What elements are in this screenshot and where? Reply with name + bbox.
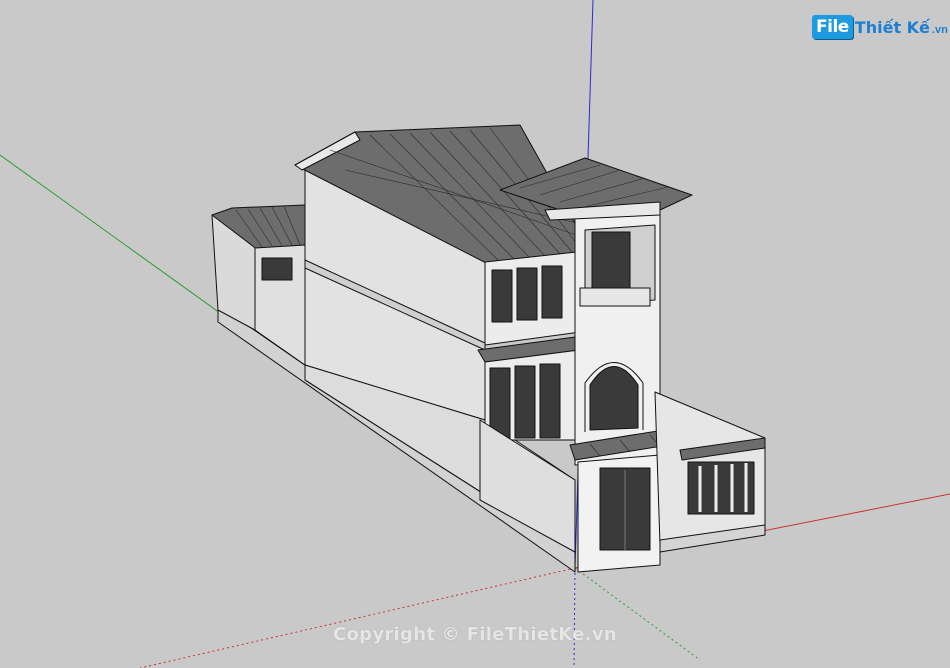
sketchup-viewport[interactable]: File Thiết Kế .vn Copyright © FileThietK… bbox=[0, 0, 950, 668]
house-model[interactable] bbox=[211, 124, 766, 573]
logo-tld: .vn bbox=[931, 23, 948, 36]
blue-axis-dotted bbox=[573, 567, 576, 668]
filethietke-logo: File Thiết Kế .vn bbox=[812, 12, 948, 42]
logo-mark: File bbox=[812, 15, 853, 39]
3d-model-scene[interactable] bbox=[0, 0, 950, 668]
green-axis-dotted bbox=[574, 567, 701, 661]
logo-text: Thiết Kế bbox=[854, 17, 930, 37]
copyright-watermark: Copyright © FileThietKe.vn bbox=[332, 624, 618, 645]
red-axis-dotted bbox=[139, 567, 576, 668]
